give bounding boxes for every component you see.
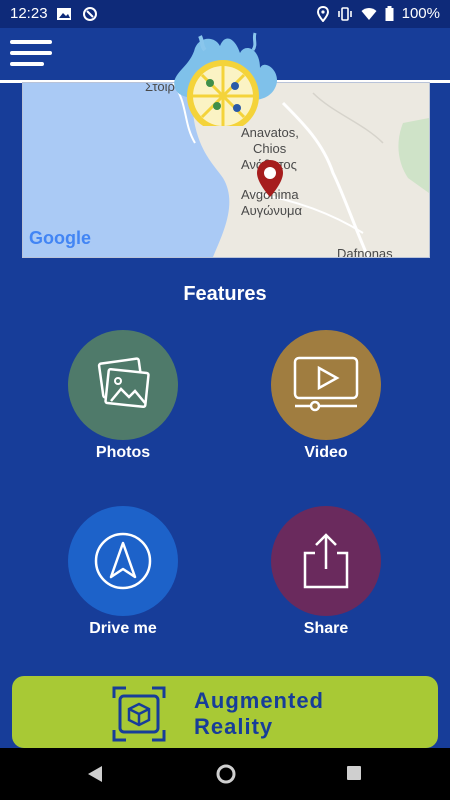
photos-icon [97, 357, 150, 409]
status-time: 12:23 [10, 5, 48, 22]
system-nav-bar [0, 748, 450, 800]
video-player-icon [293, 356, 359, 412]
share-icon [303, 533, 349, 589]
hamburger-menu-icon[interactable] [10, 40, 52, 72]
feature-share[interactable]: Share [271, 506, 381, 638]
drive-me-label: Drive me [89, 620, 157, 637]
map-label-anavatos: Anavatos, [241, 125, 299, 140]
google-attribution: Google [29, 228, 91, 248]
lemon-splash-logo [174, 32, 278, 126]
feature-drive-me[interactable]: Drive me [68, 506, 178, 638]
video-button[interactable] [271, 330, 381, 440]
vibrate-icon [337, 6, 352, 21]
battery-percent: 100% [401, 5, 440, 22]
battery-icon [385, 6, 394, 21]
features-title: Features [183, 283, 267, 305]
feature-video[interactable]: Video [271, 330, 381, 462]
location-icon [316, 5, 329, 22]
drive-me-button[interactable] [68, 506, 178, 616]
wifi-icon [361, 7, 377, 20]
back-triangle-icon[interactable] [86, 764, 104, 784]
navigation-arrow-icon [94, 532, 152, 590]
image-icon [57, 8, 71, 20]
status-bar: 12:23 100% [0, 0, 450, 28]
share-button[interactable] [271, 506, 381, 616]
ar-line1: Augmented [194, 688, 324, 713]
map-label-avgonima-greek: Αυγώνυμα [241, 203, 303, 218]
home-circle-icon[interactable] [215, 763, 237, 785]
augmented-reality-button[interactable]: Augmented Reality [12, 676, 438, 748]
map-pin-icon[interactable] [255, 159, 285, 199]
recents-square-icon[interactable] [346, 765, 362, 781]
ar-cube-icon [112, 686, 166, 742]
share-label: Share [303, 620, 349, 637]
video-label: Video [304, 444, 348, 461]
map-label-dafnonas: Dafnonas [337, 246, 393, 258]
photos-label: Photos [95, 444, 151, 461]
at-circle-icon [83, 7, 97, 21]
map-label-chios: Chios [253, 141, 287, 156]
feature-photos[interactable]: Photos [68, 330, 178, 462]
ar-line2: Reality [194, 714, 274, 739]
photos-button[interactable] [68, 330, 178, 440]
